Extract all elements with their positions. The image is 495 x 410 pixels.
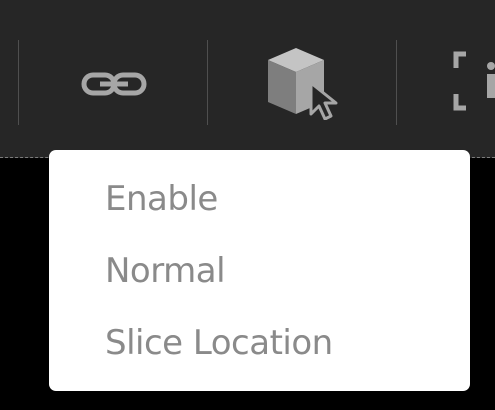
menu-item-normal[interactable]: Normal — [105, 243, 445, 299]
link-icon — [78, 64, 150, 104]
viewer-window: Enable Normal Slice Location — [0, 0, 495, 410]
link-tool-button[interactable] — [78, 64, 150, 104]
3d-cube-select-button[interactable] — [262, 44, 344, 120]
menu-item-enable[interactable]: Enable — [105, 171, 445, 227]
cube-cursor-icon — [262, 44, 344, 120]
toolbar-separator — [18, 40, 19, 125]
info-frame-button[interactable] — [450, 48, 495, 118]
toolbar — [0, 0, 495, 158]
toolbar-separator — [396, 40, 397, 125]
dropdown-menu: Enable Normal Slice Location — [49, 150, 470, 391]
menu-item-slice-location[interactable]: Slice Location — [105, 315, 445, 371]
info-frame-icon — [450, 48, 495, 118]
toolbar-separator — [207, 40, 208, 125]
